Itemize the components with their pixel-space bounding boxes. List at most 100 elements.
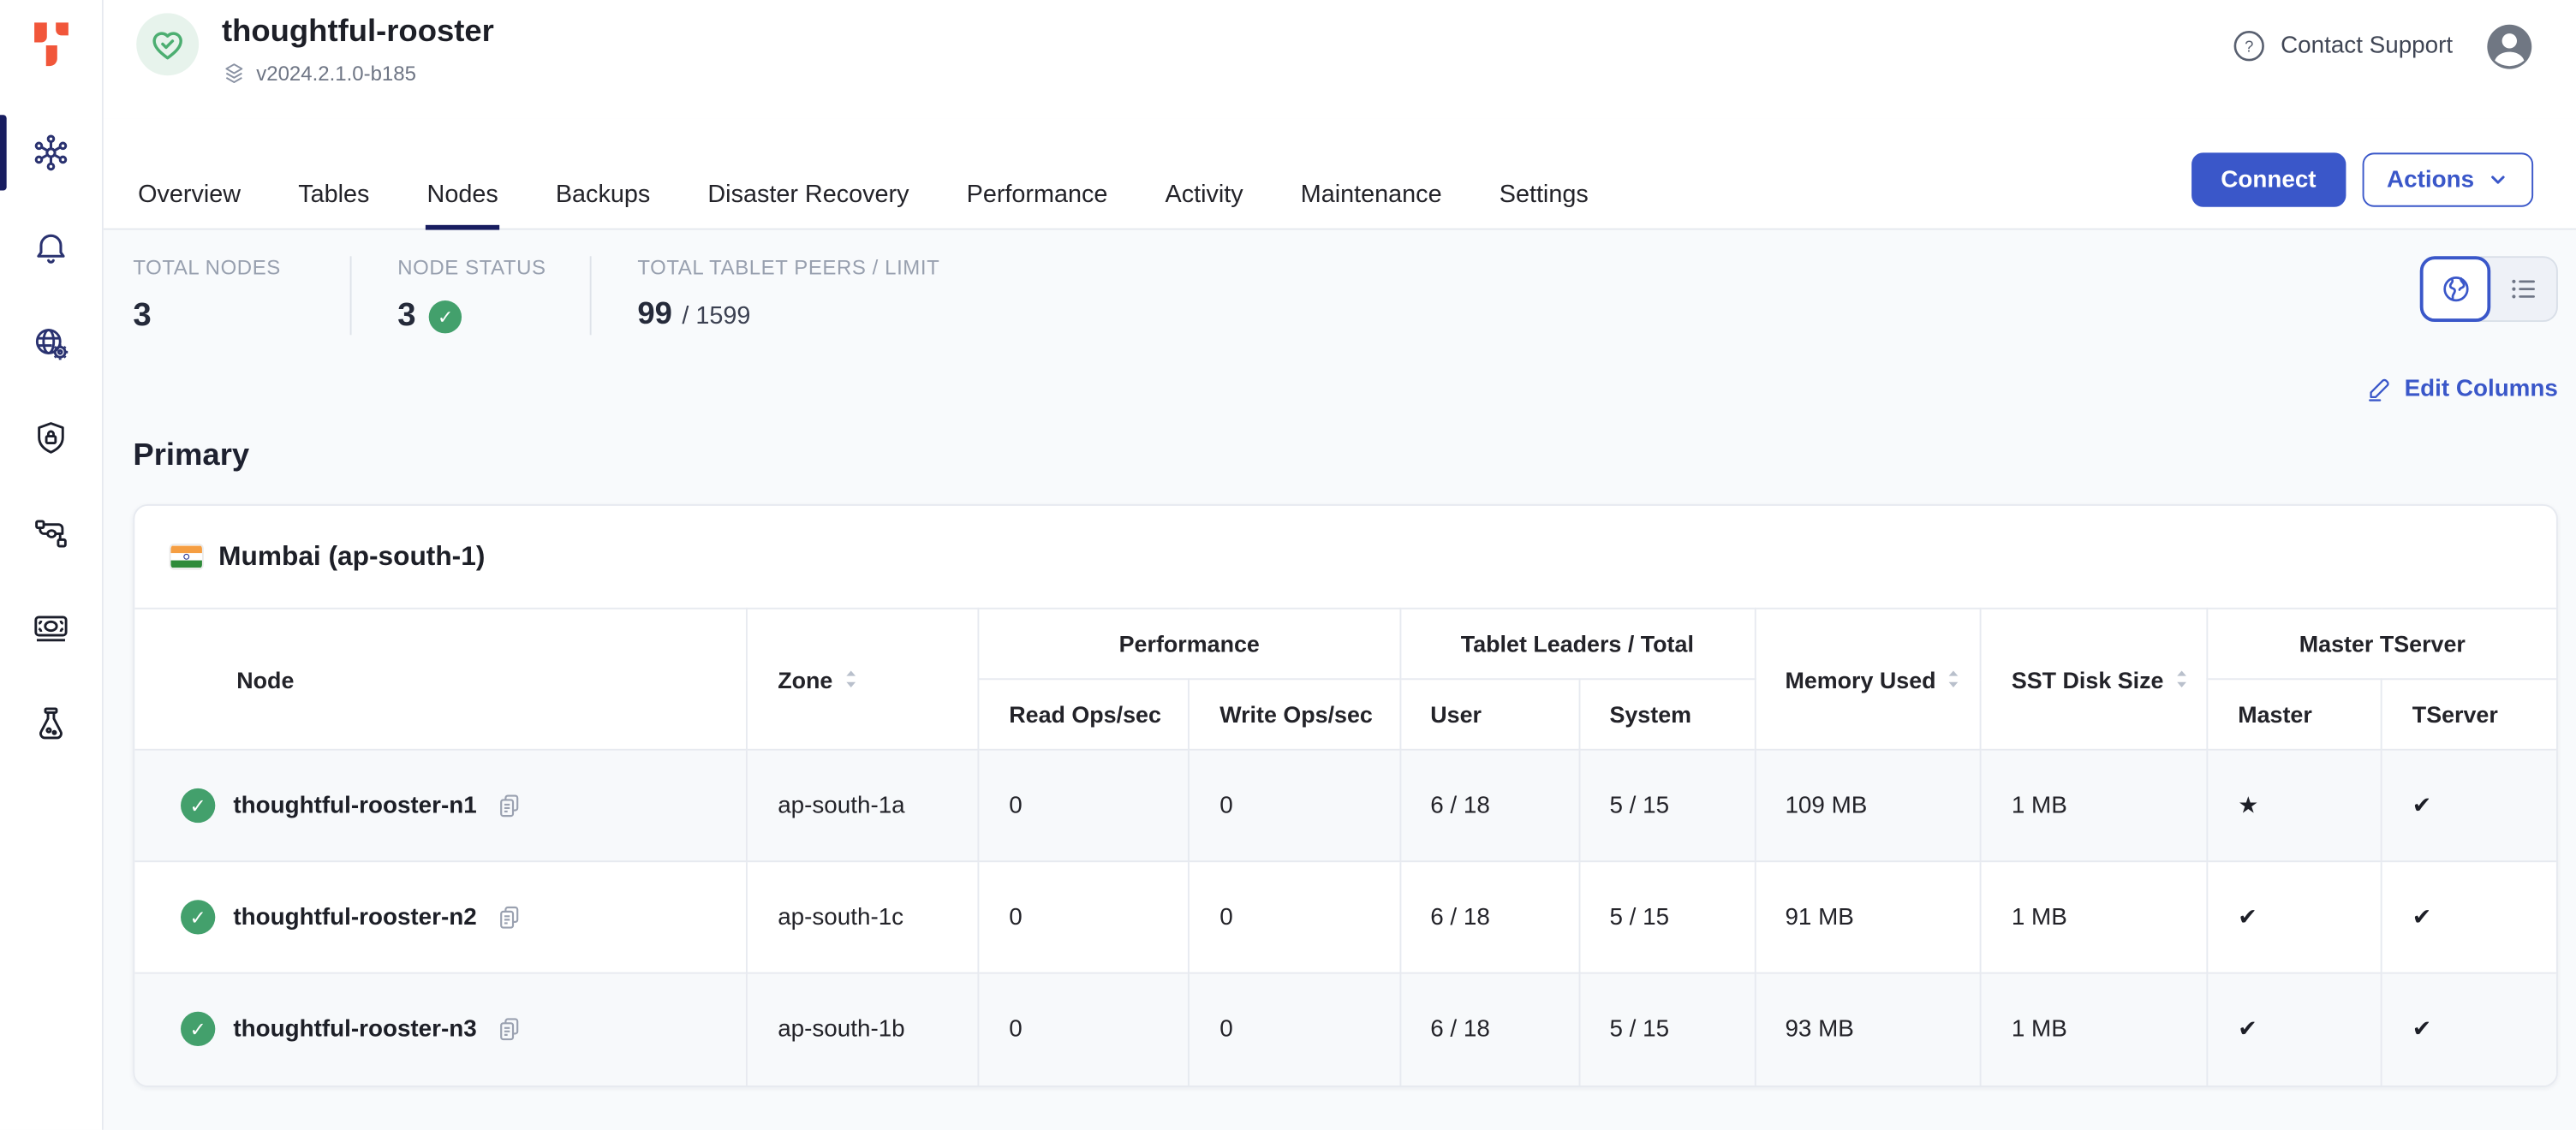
write-ops-cell: 0 — [1190, 973, 1400, 1085]
edit-columns-button[interactable]: Edit Columns — [2365, 374, 2558, 402]
sidebar — [0, 0, 104, 1130]
nodes-table: Node Zone Performance Tablet Leaders / T… — [134, 608, 2556, 1085]
edit-columns-label: Edit Columns — [2405, 375, 2558, 401]
stat-label: TOTAL TABLET PEERS / LIMIT — [637, 256, 939, 279]
copy-icon[interactable] — [495, 791, 525, 821]
universe-health-badge — [136, 13, 199, 75]
top-header: thoughtful-rooster v2024.2.1.0-b185 ? — [104, 0, 2576, 118]
tserver-check-icon: ✔ — [2412, 792, 2432, 818]
table-row: ✓ thoughtful-rooster-n2 — [134, 861, 2556, 972]
chevron-down-icon — [2487, 170, 2508, 191]
svg-text:?: ? — [2245, 37, 2254, 55]
sidebar-item-integrations[interactable] — [0, 496, 102, 571]
sidebar-item-cloud-config[interactable] — [0, 306, 102, 381]
sidebar-item-alerts[interactable] — [0, 211, 102, 286]
memory-used-cell: 93 MB — [1755, 973, 1981, 1085]
shield-lock-icon — [31, 419, 70, 458]
memory-used-cell: 109 MB — [1755, 750, 1981, 861]
sst-disk-cell: 1 MB — [1981, 861, 2207, 972]
bell-icon — [31, 229, 70, 268]
column-header-memory[interactable]: Memory Used — [1755, 609, 1981, 750]
zone-cell: ap-south-1c — [748, 861, 979, 972]
connect-button[interactable]: Connect — [2191, 152, 2346, 206]
sidebar-nav — [0, 115, 102, 782]
nodes-content: TOTAL NODES 3 NODE STATUS 3 ✓ TOTAL TABL… — [104, 230, 2576, 1130]
node-healthy-icon: ✓ — [181, 788, 215, 823]
yugabyte-logo-icon — [23, 16, 79, 72]
group-header-performance: Performance — [979, 609, 1400, 679]
contact-support-label: Contact Support — [2281, 33, 2453, 59]
system-tablets-cell: 5 / 15 — [1579, 750, 1755, 861]
column-header-user: User — [1400, 679, 1579, 749]
tab-tables[interactable]: Tables — [296, 118, 371, 229]
system-tablets-cell: 5 / 15 — [1579, 973, 1755, 1085]
actions-dropdown-button[interactable]: Actions — [2362, 152, 2533, 206]
column-header-write-ops: Write Ops/sec — [1190, 679, 1400, 749]
actions-label: Actions — [2387, 167, 2474, 193]
region-name: Mumbai (ap-south-1) — [218, 541, 485, 572]
stats-band: TOTAL NODES 3 NODE STATUS 3 ✓ TOTAL TABL… — [133, 230, 2558, 336]
column-header-read-ops: Read Ops/sec — [979, 679, 1190, 749]
column-header-tserver: TServer — [2382, 679, 2556, 749]
tab-bar: Overview Tables Nodes Backups Disaster R… — [104, 118, 2576, 229]
tab-nodes[interactable]: Nodes — [426, 118, 500, 229]
sst-disk-cell: 1 MB — [1981, 750, 2207, 861]
tab-overview[interactable]: Overview — [136, 118, 242, 229]
tab-disaster-recovery[interactable]: Disaster Recovery — [706, 118, 910, 229]
yugabyte-logo[interactable] — [23, 16, 79, 72]
sort-icon — [843, 669, 859, 690]
tab-maintenance[interactable]: Maintenance — [1299, 118, 1444, 229]
top-right-controls: ? Contact Support — [2232, 13, 2534, 79]
zone-cell: ap-south-1b — [748, 973, 979, 1085]
table-row: ✓ thoughtful-rooster-n1 — [134, 750, 2556, 861]
sidebar-item-universes[interactable] — [0, 115, 102, 190]
group-header-tablet-leaders: Tablet Leaders / Total — [1400, 609, 1755, 679]
master-check-icon: ✔ — [2238, 903, 2257, 930]
list-view-toggle[interactable] — [2489, 258, 2556, 320]
memory-used-cell: 91 MB — [1755, 861, 1981, 972]
tab-backups[interactable]: Backups — [554, 118, 652, 229]
column-header-zone[interactable]: Zone — [748, 609, 979, 750]
copy-icon[interactable] — [495, 1014, 525, 1044]
user-avatar[interactable] — [2485, 22, 2533, 70]
tab-activity[interactable]: Activity — [1164, 118, 1245, 229]
write-ops-cell: 0 — [1190, 750, 1400, 861]
node-name: thoughtful-rooster-n1 — [233, 793, 476, 819]
node-name: thoughtful-rooster-n2 — [233, 904, 476, 931]
india-flag-icon — [171, 545, 202, 568]
read-ops-cell: 0 — [979, 861, 1190, 972]
healthy-check-icon: ✓ — [429, 300, 462, 332]
node-healthy-icon: ✓ — [181, 900, 215, 934]
globe-icon — [2439, 272, 2472, 305]
help-circle-icon: ? — [2232, 28, 2268, 64]
view-toggle — [2420, 256, 2558, 322]
map-view-toggle[interactable] — [2420, 256, 2490, 322]
zone-cell: ap-south-1a — [748, 750, 979, 861]
tserver-check-icon: ✔ — [2412, 903, 2432, 930]
tab-settings[interactable]: Settings — [1498, 118, 1590, 229]
sidebar-item-security[interactable] — [0, 401, 102, 476]
app-window: thoughtful-rooster v2024.2.1.0-b185 ? — [0, 0, 2576, 1130]
region-card: Mumbai (ap-south-1) Node Zone — [133, 504, 2558, 1086]
list-icon — [2506, 272, 2538, 305]
column-header-master: Master — [2208, 679, 2382, 749]
money-bill-icon — [31, 610, 70, 649]
contact-support-link[interactable]: ? Contact Support — [2232, 28, 2454, 64]
column-header-sst[interactable]: SST Disk Size — [1981, 609, 2207, 750]
zone-header-label: Zone — [778, 666, 832, 693]
sst-disk-cell: 1 MB — [1981, 973, 2207, 1085]
version-text: v2024.2.1.0-b185 — [256, 62, 416, 85]
sst-header-label: SST Disk Size — [2012, 666, 2164, 693]
stat-tablet-peers: TOTAL TABLET PEERS / LIMIT 99 / 1599 — [590, 256, 986, 335]
sidebar-item-labs[interactable] — [0, 687, 102, 762]
nodes-table-header: Node Zone Performance Tablet Leaders / T… — [134, 609, 2556, 750]
universe-actions: Connect Actions — [2191, 140, 2533, 207]
copy-icon[interactable] — [495, 902, 525, 932]
master-check-icon: ✔ — [2238, 1015, 2257, 1042]
tab-performance[interactable]: Performance — [965, 118, 1110, 229]
group-header-master-tserver: Master TServer — [2208, 609, 2556, 679]
flow-diagram-icon — [31, 514, 70, 553]
sidebar-item-billing[interactable] — [0, 592, 102, 667]
node-name: thoughtful-rooster-n3 — [233, 1016, 476, 1043]
read-ops-cell: 0 — [979, 750, 1190, 861]
